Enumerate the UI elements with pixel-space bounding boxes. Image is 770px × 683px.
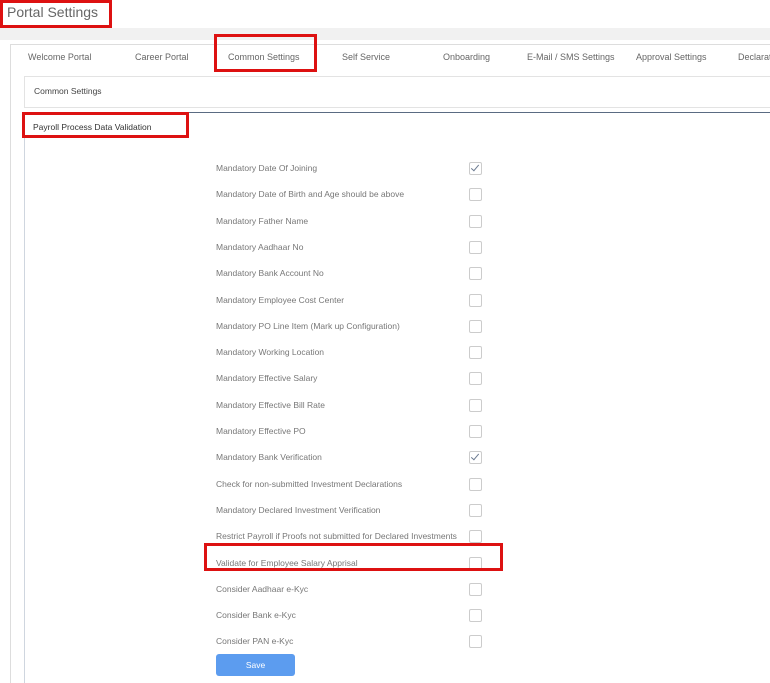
option-label: Mandatory PO Line Item (Mark up Configur… xyxy=(216,320,400,331)
option-label: Check for non-submitted Investment Decla… xyxy=(216,478,403,489)
option-label: Consider Bank e-Kyc xyxy=(216,610,296,621)
tab-welcome-portal[interactable]: Welcome Portal xyxy=(28,52,91,62)
option-label: Mandatory Date Of Joining xyxy=(216,163,318,173)
tab-onboarding[interactable]: Onboarding xyxy=(443,52,490,62)
highlight-tab xyxy=(214,34,317,72)
option-label: Consider PAN e-Kyc xyxy=(216,636,294,647)
option-checkbox[interactable] xyxy=(469,398,482,412)
panel-title: Common Settings xyxy=(34,86,102,96)
option-checkbox[interactable] xyxy=(469,530,482,544)
option-checkbox[interactable] xyxy=(469,267,482,281)
header-band xyxy=(0,28,770,40)
option-label: Mandatory Effective Salary xyxy=(216,373,318,384)
option-checkbox[interactable] xyxy=(469,346,482,360)
tab-declarati[interactable]: Declarati xyxy=(738,52,770,62)
option-label: Consider Aadhaar e-Kyc xyxy=(216,583,309,594)
option-label: Mandatory Effective Bill Rate xyxy=(216,399,325,410)
option-label: Mandatory Bank Account No xyxy=(216,268,324,279)
option-label: Mandatory Effective PO xyxy=(216,426,306,436)
option-checkbox[interactable] xyxy=(469,293,482,307)
option-checkbox[interactable] xyxy=(469,162,482,175)
highlight-section xyxy=(22,112,189,138)
option-label: Restrict Payroll if Proofs not submitted… xyxy=(216,531,457,542)
common-settings-panel xyxy=(24,76,770,108)
option-label: Mandatory Date of Birth and Age should b… xyxy=(216,189,405,200)
option-checkbox[interactable] xyxy=(469,582,482,596)
save-button[interactable]: Save xyxy=(216,654,295,676)
option-checkbox[interactable] xyxy=(469,425,482,438)
option-checkbox[interactable] xyxy=(469,372,482,386)
option-checkbox[interactable] xyxy=(469,503,482,517)
tab-career-portal[interactable]: Career Portal xyxy=(135,52,189,62)
option-label: Mandatory Father Name xyxy=(216,215,309,226)
highlight-title xyxy=(0,0,112,28)
option-checkbox[interactable] xyxy=(469,609,482,623)
option-checkbox[interactable] xyxy=(469,240,482,254)
option-label: Mandatory Aadhaar No xyxy=(216,241,304,252)
option-label: Mandatory Employee Cost Center xyxy=(216,294,345,305)
option-label: Mandatory Bank Verification xyxy=(216,452,322,463)
option-checkbox[interactable] xyxy=(469,635,482,649)
option-checkbox[interactable] xyxy=(469,188,482,202)
tab-e-mail-sms-settings[interactable]: E-Mail / SMS Settings xyxy=(527,52,615,62)
option-checkbox[interactable] xyxy=(469,451,482,465)
option-label: Mandatory Declared Investment Verificati… xyxy=(216,504,381,515)
option-checkbox[interactable] xyxy=(469,214,482,228)
option-label: Mandatory Working Location xyxy=(216,347,325,358)
tab-self-service[interactable]: Self Service xyxy=(342,52,390,62)
option-checkbox[interactable] xyxy=(469,319,482,333)
highlight-option xyxy=(204,543,503,571)
tab-approval-settings[interactable]: Approval Settings xyxy=(636,52,707,62)
option-checkbox[interactable] xyxy=(469,477,482,491)
